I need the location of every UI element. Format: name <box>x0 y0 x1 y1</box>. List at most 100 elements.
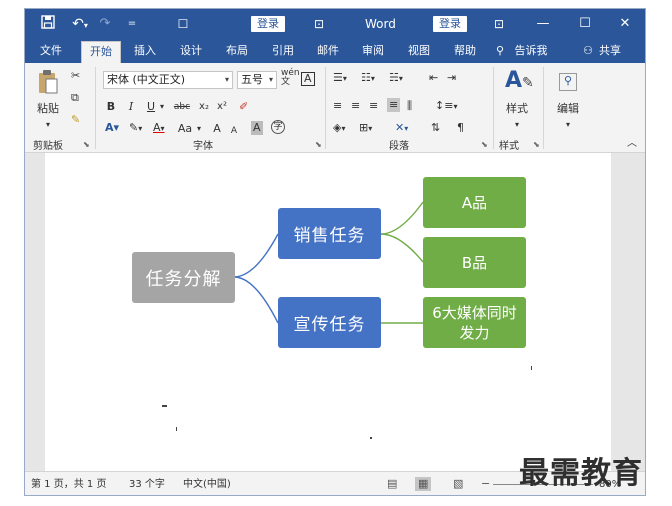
tab-mailings[interactable]: 邮件 <box>310 39 346 63</box>
distributed-icon[interactable]: ⫼ <box>407 99 412 113</box>
align-center-icon[interactable]: ≡ <box>351 99 360 113</box>
change-case-button[interactable]: Aa <box>175 121 195 137</box>
mindmap-root-node[interactable]: 任务分解 <box>132 252 235 303</box>
superscript-button[interactable]: x² <box>215 99 229 115</box>
format-painter-icon[interactable]: ✎ <box>71 113 80 127</box>
tab-file[interactable]: 文件 <box>31 39 71 63</box>
bold-button[interactable]: B <box>105 99 117 115</box>
editing-button-label[interactable]: 编辑 <box>553 101 583 117</box>
increase-indent-icon[interactable]: ⇥ <box>447 71 456 85</box>
login-button-right[interactable]: 登录 <box>433 16 467 32</box>
language-indicator[interactable]: 中文(中国) <box>183 478 231 492</box>
align-left-icon[interactable]: ≡ <box>333 99 342 113</box>
paragraph-group-label: 段落 <box>389 141 409 152</box>
justify-icon[interactable]: ≡ <box>387 98 401 112</box>
ribbon-options-icon[interactable]: ⊡ <box>311 15 327 33</box>
redo-icon[interactable]: ↷ <box>97 15 113 33</box>
clear-formatting-icon[interactable]: ✐ <box>239 100 248 114</box>
tab-share[interactable]: 共享 <box>595 39 625 63</box>
maximize-button[interactable]: ☐ <box>575 15 595 33</box>
mindmap-branch-promo[interactable]: 宣传任务 <box>278 297 381 348</box>
phonetic-guide-icon[interactable]: wén 文 <box>281 69 300 87</box>
share-icon[interactable]: ⚇ <box>581 39 595 63</box>
multilevel-list-icon[interactable]: ☵▾ <box>389 71 403 86</box>
tab-insert[interactable]: 插入 <box>127 39 163 63</box>
underline-button[interactable]: U <box>145 99 157 115</box>
undo-icon[interactable]: ↶▾ <box>67 15 93 33</box>
character-border-icon[interactable]: A <box>301 72 315 86</box>
group-divider <box>95 67 96 149</box>
paste-icon[interactable] <box>37 69 61 95</box>
tell-me-icon[interactable]: ⚲ <box>493 39 507 63</box>
word-count[interactable]: 33 个字 <box>129 478 165 492</box>
copy-icon[interactable]: ⧉ <box>71 91 79 105</box>
highlight-icon[interactable]: ✎▾ <box>129 121 142 136</box>
underline-dropdown-icon[interactable]: ▾ <box>158 99 166 115</box>
tab-design[interactable]: 设计 <box>173 39 209 63</box>
connector-sales-b <box>380 233 424 263</box>
tab-home[interactable]: 开始 <box>81 41 121 63</box>
font-size-combo[interactable]: 五号 ▾ <box>237 71 277 89</box>
customize-qat-icon[interactable]: = <box>125 15 139 33</box>
paste-button-label[interactable]: 粘贴 <box>35 101 61 117</box>
window-title: Word <box>365 17 396 31</box>
align-right-icon[interactable]: ≡ <box>369 99 378 113</box>
save-icon[interactable] <box>39 15 57 33</box>
enclose-characters-icon[interactable]: 字 <box>271 120 285 134</box>
page-count[interactable]: 第 1 页，共 1 页 <box>31 478 106 492</box>
font-name-combo[interactable]: 宋体 (中文正文) ▾ <box>103 71 233 89</box>
mindmap-leaf-media[interactable]: 6大媒体同时发力 <box>423 297 526 348</box>
login-button-left[interactable]: 登录 <box>251 16 285 32</box>
styles-icon[interactable]: A✎ <box>505 69 534 95</box>
tab-view[interactable]: 视图 <box>401 39 437 63</box>
shrink-font-button[interactable]: A <box>229 123 239 139</box>
editing-dropdown-icon[interactable]: ▾ <box>562 117 574 133</box>
mindmap-leaf-a[interactable]: A品 <box>423 177 526 228</box>
numbering-icon[interactable]: ☷▾ <box>361 71 375 86</box>
change-case-dropdown-icon[interactable]: ▾ <box>195 121 203 137</box>
minimize-button[interactable]: — <box>533 15 553 33</box>
read-mode-icon[interactable]: ▤ <box>387 477 397 491</box>
chinese-layout-icon[interactable]: ✕▾ <box>395 121 408 136</box>
mindmap-leaf-b[interactable]: B品 <box>423 237 526 288</box>
ribbon-display-options-icon[interactable]: ⊡ <box>491 15 507 33</box>
collapse-ribbon-icon[interactable]: ︿ <box>627 137 637 151</box>
tab-references[interactable]: 引用 <box>265 39 301 63</box>
vertical-scrollbar[interactable] <box>631 153 645 471</box>
character-shading-icon[interactable]: A <box>251 121 263 135</box>
shading-icon[interactable]: ◈▾ <box>333 121 345 136</box>
clipboard-launcher-icon[interactable]: ⬊ <box>83 140 90 149</box>
line-spacing-icon[interactable]: ↕≡▾ <box>435 99 457 114</box>
show-marks-icon[interactable]: ¶ <box>457 121 464 135</box>
mindmap-branch-sales[interactable]: 销售任务 <box>278 208 381 259</box>
tab-tell-me[interactable]: 告诉我 <box>509 39 553 63</box>
sort-icon[interactable]: ⇅ <box>431 121 440 135</box>
print-layout-icon[interactable]: ▦ <box>415 477 432 491</box>
tab-layout[interactable]: 布局 <box>219 39 255 63</box>
text-effects-icon[interactable]: A▾ <box>105 121 119 135</box>
paragraph-launcher-icon[interactable]: ⬊ <box>481 140 488 149</box>
cut-icon[interactable]: ✂ <box>71 69 80 83</box>
document-page[interactable]: 任务分解 销售任务 宣传任务 A品 B品 6大媒体同时发力 <box>45 153 611 471</box>
web-layout-icon[interactable]: ▧ <box>453 477 463 491</box>
font-launcher-icon[interactable]: ⬊ <box>315 140 322 149</box>
styles-launcher-icon[interactable]: ⬊ <box>533 140 540 149</box>
grow-font-button[interactable]: A <box>211 121 223 137</box>
find-icon[interactable]: ⚲ <box>559 73 577 91</box>
paste-dropdown-icon[interactable]: ▾ <box>41 117 55 133</box>
watermark-logo: 最需教育 <box>519 456 643 491</box>
ribbon-display-icon[interactable]: ☐ <box>175 15 191 33</box>
subscript-button[interactable]: x₂ <box>197 99 211 115</box>
styles-dropdown-icon[interactable]: ▾ <box>511 117 523 133</box>
tab-help[interactable]: 帮助 <box>447 39 483 63</box>
zoom-out-icon[interactable]: − <box>481 477 490 491</box>
borders-icon[interactable]: ⊞▾ <box>359 121 372 136</box>
bullets-icon[interactable]: ☰▾ <box>333 71 347 86</box>
styles-button-label[interactable]: 样式 <box>503 101 531 117</box>
strikethrough-button[interactable]: abc <box>171 99 193 115</box>
decrease-indent-icon[interactable]: ⇤ <box>429 71 438 85</box>
tab-review[interactable]: 审阅 <box>355 39 391 63</box>
font-color-icon[interactable]: A▾ <box>153 121 165 136</box>
italic-button[interactable]: I <box>125 99 137 115</box>
close-button[interactable]: ✕ <box>615 15 635 33</box>
